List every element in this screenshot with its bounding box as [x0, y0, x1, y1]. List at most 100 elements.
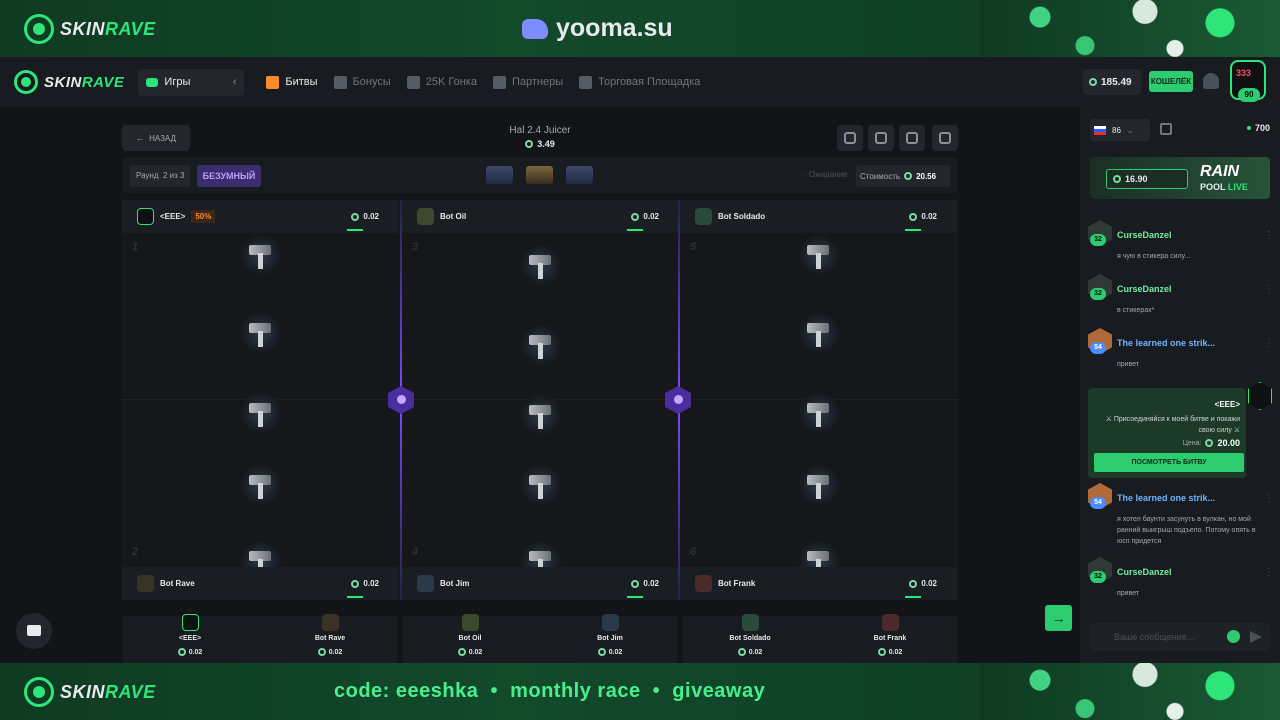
- message-author[interactable]: CurseDanzel: [1117, 567, 1172, 577]
- nav-item-bonuses[interactable]: Бонусы: [333, 75, 391, 89]
- chat-bubble-icon[interactable]: [16, 613, 52, 649]
- coin-icon: [1113, 175, 1121, 183]
- shield-icon: [939, 132, 951, 144]
- coin-icon: [1205, 439, 1214, 447]
- summary-player: Bot Frank 0.02: [850, 614, 930, 656]
- player-value: 0.02: [631, 212, 659, 221]
- player-name: Bot Soldado: [718, 212, 766, 221]
- wallet-button[interactable]: КОШЕЛЁК: [1149, 71, 1193, 92]
- swords-icon: ⚔: [1231, 427, 1240, 434]
- message-author[interactable]: The learned one strik...: [1117, 338, 1215, 348]
- bell-icon[interactable]: [1203, 73, 1219, 89]
- player-value-text: 0.02: [921, 579, 937, 588]
- chat-message: 54 The learned one strik... я хотел баун…: [1088, 483, 1274, 553]
- summary-value-text: 0.02: [748, 648, 763, 656]
- input-placeholder: Ваше сообщение...: [1114, 632, 1195, 642]
- copy-link-button[interactable]: [899, 125, 925, 151]
- nav-item-race[interactable]: 25K Гонка: [406, 75, 477, 89]
- summary-name: Bot Jim: [597, 635, 623, 642]
- nav-item-market[interactable]: Торговая Площадка: [579, 75, 701, 89]
- battle-cost: Стоимость 20.56: [856, 165, 950, 187]
- nav-item-label: Партнеры: [511, 76, 564, 88]
- slot-number: 6: [690, 546, 697, 558]
- rain-pool-label: POOL: [1200, 182, 1226, 192]
- brand-text-a: SKIN: [44, 73, 82, 91]
- case-thumbnail[interactable]: [526, 166, 553, 184]
- battle-column: Bot Soldado 0.02 5 6 Bot Frank 0.02: [680, 200, 957, 600]
- promo-text: code: eeeshka • monthly race • giveaway: [334, 680, 766, 702]
- summary-name: Bot Rave: [314, 635, 346, 642]
- more-options-icon[interactable]: ⋮: [1264, 338, 1274, 349]
- level-badge: 90: [1238, 88, 1260, 102]
- invite-author: <EEE>: [1214, 400, 1240, 409]
- spinner-icon: ◌: [802, 170, 807, 179]
- weapon-item: [797, 393, 841, 433]
- more-options-icon[interactable]: ⋮: [1264, 284, 1274, 295]
- price-value: 20.00: [1217, 438, 1240, 448]
- more-options-icon[interactable]: ⋮: [1264, 230, 1274, 241]
- coin-icon: [457, 648, 466, 656]
- price-label: Цена:: [1182, 439, 1202, 447]
- swords-icon: [266, 75, 280, 89]
- message-author[interactable]: The learned one strik...: [1117, 493, 1215, 503]
- more-options-icon[interactable]: ⋮: [1264, 493, 1274, 504]
- avatar: [417, 208, 434, 225]
- nav-item-label: Торговая Площадка: [598, 76, 701, 88]
- rain-live-label: LIVE: [1227, 182, 1248, 192]
- brand-text-a: SKIN: [60, 18, 106, 39]
- skinrave-logo-icon: [14, 70, 38, 94]
- summary-value: 0.02: [850, 648, 930, 656]
- summary-player: Bot Jim 0.02: [570, 614, 650, 656]
- case-thumbnail[interactable]: [486, 166, 513, 184]
- slot-number: 3: [412, 241, 419, 253]
- share-icon: [875, 132, 887, 144]
- nav-item-battles[interactable]: Битвы: [266, 75, 318, 89]
- summary-player: <EEE> 0.02: [150, 614, 230, 656]
- swords-icon: ⚔: [1105, 416, 1114, 423]
- flag-ru-icon: [1094, 125, 1106, 135]
- summary-value-text: 0.02: [888, 648, 903, 656]
- arrow-right-icon[interactable]: →: [1045, 605, 1072, 631]
- back-button[interactable]: ← НАЗАД: [122, 125, 190, 151]
- coin-icon: [317, 648, 326, 656]
- nav-item-partners[interactable]: Партнеры: [492, 75, 564, 89]
- share-button[interactable]: [868, 125, 894, 151]
- mute-chat-icon[interactable]: [1160, 123, 1172, 135]
- chat-input[interactable]: Ваше сообщение...: [1090, 623, 1270, 651]
- sound-toggle-button[interactable]: [837, 125, 863, 151]
- sponsor-ad[interactable]: yooma.su: [522, 14, 673, 43]
- rain-title: RAIN: [1200, 163, 1240, 180]
- case-title: Hal 2.4 Juicer: [509, 125, 571, 136]
- site-logo[interactable]: SKIN RAVE: [14, 70, 124, 94]
- message-author[interactable]: CurseDanzel: [1117, 284, 1172, 294]
- rain-amount-value: 16.90: [1125, 174, 1148, 184]
- flag-icon: [406, 75, 420, 89]
- summary-value-text: 0.02: [608, 648, 623, 656]
- battle-column: Bot Oil 0.02 3 4 Bot Jim 0.02: [402, 200, 679, 600]
- player-value-text: 0.02: [921, 212, 937, 221]
- coin-icon: [877, 648, 886, 656]
- avatar[interactable]: 333 90: [1230, 60, 1266, 102]
- round-label: Раунд: [136, 171, 159, 180]
- mute-icon: [844, 132, 856, 144]
- player-value: 0.02: [909, 212, 937, 221]
- rain-pool[interactable]: 16.90 RAIN POOL LIVE: [1090, 157, 1270, 199]
- player-value: 0.02: [351, 212, 379, 221]
- player-name: Bot Rave: [160, 579, 195, 588]
- send-icon[interactable]: [1250, 631, 1262, 643]
- round-indicator: Раунд 2 из 3: [130, 165, 191, 187]
- weapon-item: [797, 313, 841, 353]
- message-author[interactable]: CurseDanzel: [1117, 230, 1172, 240]
- case-thumbnail[interactable]: [566, 166, 593, 184]
- emoji-icon[interactable]: [1227, 630, 1240, 643]
- avatar: [461, 614, 479, 631]
- fairness-button[interactable]: [932, 125, 958, 151]
- weapon-item: [519, 395, 563, 435]
- language-selector[interactable]: 86 ⌄: [1090, 119, 1150, 141]
- win-percent-badge: 50%: [191, 210, 216, 223]
- more-options-icon[interactable]: ⋮: [1264, 567, 1274, 578]
- chat-sidebar: 86 ⌄ 700 16.90 RAIN POOL LIVE 32 CurseDa…: [1080, 107, 1280, 663]
- games-dropdown[interactable]: Игры ‹: [138, 68, 245, 96]
- view-battle-button[interactable]: ПОСМОТРЕТЬ БИТВУ: [1094, 453, 1244, 472]
- battle-main: ← НАЗАД Hal 2.4 Juicer 3.49 Раунд 2 из 3…: [0, 107, 1080, 663]
